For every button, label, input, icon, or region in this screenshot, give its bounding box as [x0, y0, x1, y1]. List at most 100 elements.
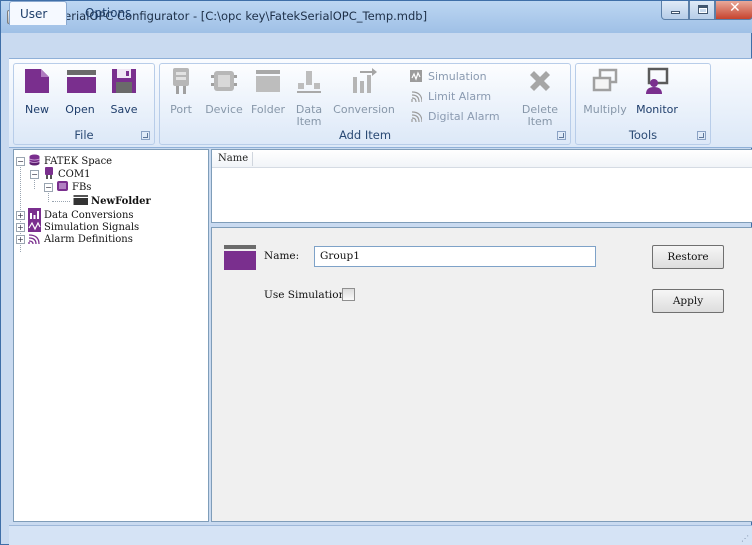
port-icon: [45, 167, 53, 179]
tree-label-alarm-definitions: Alarm Definitions: [44, 234, 133, 245]
simulation-icon: [410, 70, 422, 82]
new-file-icon: [25, 69, 49, 93]
expand-toggle[interactable]: +: [16, 211, 25, 220]
save-disk-icon: [112, 69, 136, 93]
collapse-toggle[interactable]: −: [16, 157, 25, 166]
collapse-toggle[interactable]: −: [44, 183, 53, 192]
resize-grip-icon[interactable]: ⋰: [741, 534, 749, 543]
tools-group-label: Tools: [628, 128, 658, 142]
simulation-icon: [28, 220, 41, 232]
limit-alarm-button[interactable]: Limit Alarm: [410, 90, 491, 103]
conversion-button[interactable]: Conversion: [330, 67, 398, 127]
folder-button-label: Folder: [251, 103, 285, 116]
open-button-label: Open: [65, 103, 95, 116]
maximize-button[interactable]: [689, 1, 715, 20]
tree-node-fbs[interactable]: − FBs: [44, 180, 91, 193]
data-item-button[interactable]: Data Item: [290, 67, 328, 128]
simulation-button[interactable]: Simulation: [410, 70, 487, 83]
save-button-label: Save: [110, 103, 138, 116]
minimize-icon: [671, 11, 680, 14]
tree-label-fatek-space: FATEK Space: [44, 156, 113, 167]
multiply-icon: [592, 68, 618, 92]
ribbon: New Open Save File Port Device Folder Da…: [9, 58, 752, 148]
device-button[interactable]: Device: [202, 67, 246, 127]
add-item-group-label: Add Item: [338, 128, 392, 142]
column-name-header[interactable]: Name: [218, 153, 248, 164]
new-button-label: New: [25, 103, 49, 116]
limit-alarm-icon: [411, 91, 422, 102]
tree-label-com1: COM1: [58, 169, 91, 180]
file-group-launcher[interactable]: [141, 131, 150, 140]
status-bar: ⋰: [9, 525, 752, 545]
list-column-header[interactable]: Name: [212, 150, 752, 168]
properties-panel: Name: Group1 Use Simulation: Restore App…: [211, 227, 752, 522]
minimize-button[interactable]: [661, 1, 689, 20]
close-icon: ✕: [729, 0, 741, 16]
ribbon-group-file: New Open Save File: [13, 63, 155, 145]
tab-user-label: User: [20, 7, 48, 21]
digital-alarm-button[interactable]: Digital Alarm: [410, 110, 500, 123]
tree-line: [52, 201, 70, 202]
multiply-button[interactable]: Multiply: [580, 67, 630, 127]
tab-options-label: Options: [85, 6, 132, 20]
device-icon: [57, 181, 68, 191]
expand-toggle[interactable]: +: [16, 235, 25, 244]
column-separator[interactable]: [252, 152, 253, 166]
close-button[interactable]: ✕: [715, 0, 752, 20]
new-button[interactable]: New: [18, 67, 56, 127]
open-folder-icon: [67, 70, 96, 93]
device-button-label: Device: [205, 103, 243, 116]
project-tree[interactable]: − FATEK Space − COM1 − FBs NewFolder + Data …: [13, 149, 209, 522]
conversion-icon: [28, 208, 41, 220]
conversion-icon: [353, 68, 377, 93]
app-window: OPC FatekSerialOPC Configurator - [C:\op…: [0, 0, 752, 545]
monitor-button-label: Monitor: [636, 103, 678, 116]
delete-item-button[interactable]: Delete Item: [518, 67, 562, 128]
tree-node-fatek-space[interactable]: − FATEK Space: [16, 154, 112, 167]
folder-icon: [224, 245, 256, 270]
apply-button[interactable]: Apply: [652, 289, 724, 313]
data-item-button-label: Data Item: [295, 103, 323, 128]
alarm-icon: [28, 234, 40, 244]
port-button[interactable]: Port: [162, 67, 200, 127]
folder-icon: [73, 195, 88, 205]
maximize-icon: [698, 5, 708, 14]
tab-user[interactable]: User: [9, 1, 67, 25]
delete-x-icon: [530, 71, 550, 91]
tree-node-alarm-definitions[interactable]: + Alarm Definitions: [16, 232, 133, 245]
conversion-button-label: Conversion: [333, 103, 395, 116]
tree-node-newfolder[interactable]: NewFolder: [72, 194, 151, 207]
ribbon-group-tools: Multiply Monitor Tools: [575, 63, 711, 145]
database-icon: [29, 154, 40, 166]
tree-node-com1[interactable]: − COM1: [30, 167, 90, 180]
item-list[interactable]: Name: [211, 149, 752, 223]
simulation-label: Simulation: [428, 70, 487, 83]
folder-icon: [256, 70, 280, 92]
multiply-button-label: Multiply: [583, 103, 627, 116]
name-label: Name:: [264, 250, 300, 262]
use-simulation-checkbox[interactable]: [342, 288, 355, 301]
collapse-toggle[interactable]: −: [30, 170, 39, 179]
ribbon-group-add-item: Port Device Folder Data Item Conversion …: [159, 63, 571, 145]
restore-button[interactable]: Restore: [652, 245, 724, 269]
tree-label-newfolder: NewFolder: [91, 196, 151, 207]
add-item-group-launcher[interactable]: [557, 131, 566, 140]
port-button-label: Port: [170, 103, 192, 116]
file-group-label: File: [74, 128, 94, 142]
expand-toggle[interactable]: +: [16, 223, 25, 232]
use-simulation-label: Use Simulation:: [264, 289, 349, 301]
delete-item-label: Delete Item: [521, 103, 559, 128]
tools-group-launcher[interactable]: [697, 131, 706, 140]
folder-button[interactable]: Folder: [248, 67, 288, 127]
tab-options[interactable]: Options: [75, 1, 145, 25]
digital-alarm-label: Digital Alarm: [428, 110, 500, 123]
open-button[interactable]: Open: [58, 67, 102, 127]
monitor-button[interactable]: Monitor: [630, 67, 684, 127]
save-button[interactable]: Save: [104, 67, 144, 127]
monitor-icon: [646, 67, 669, 94]
name-input[interactable]: Group1: [314, 246, 596, 267]
tree-label-fbs: FBs: [72, 182, 92, 193]
data-item-icon: [297, 71, 321, 93]
port-icon: [173, 68, 189, 94]
digital-alarm-icon: [411, 111, 422, 122]
